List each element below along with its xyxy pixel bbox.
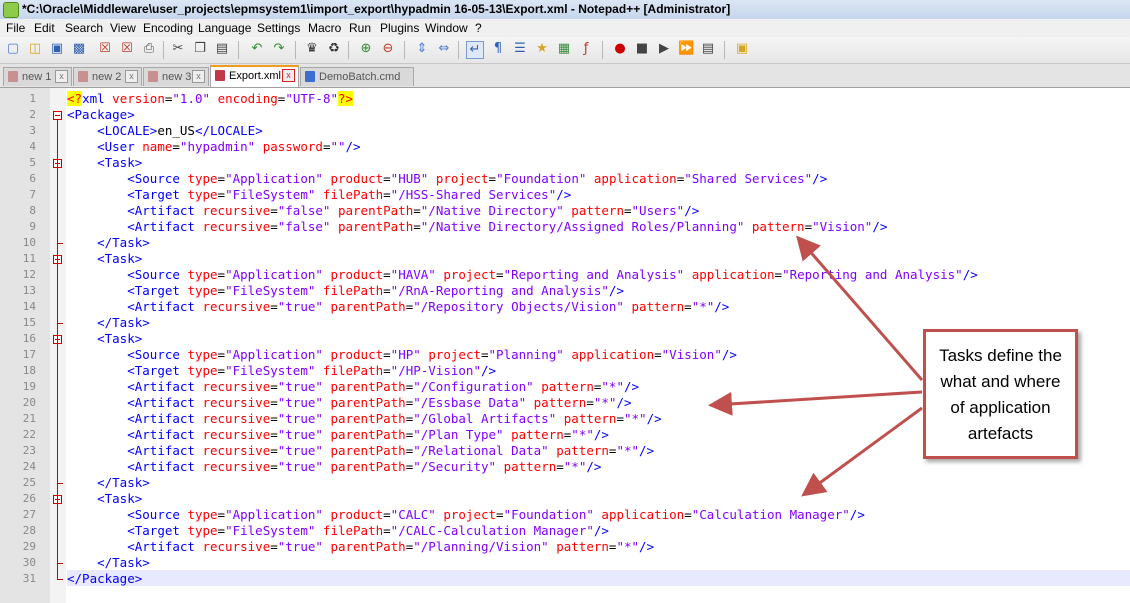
arrow-to-task-1 bbox=[796, 235, 924, 381]
annotation-arrows bbox=[708, 235, 924, 497]
arrow-to-task-3 bbox=[708, 390, 923, 416]
arrow-to-task-4 bbox=[801, 406, 923, 497]
